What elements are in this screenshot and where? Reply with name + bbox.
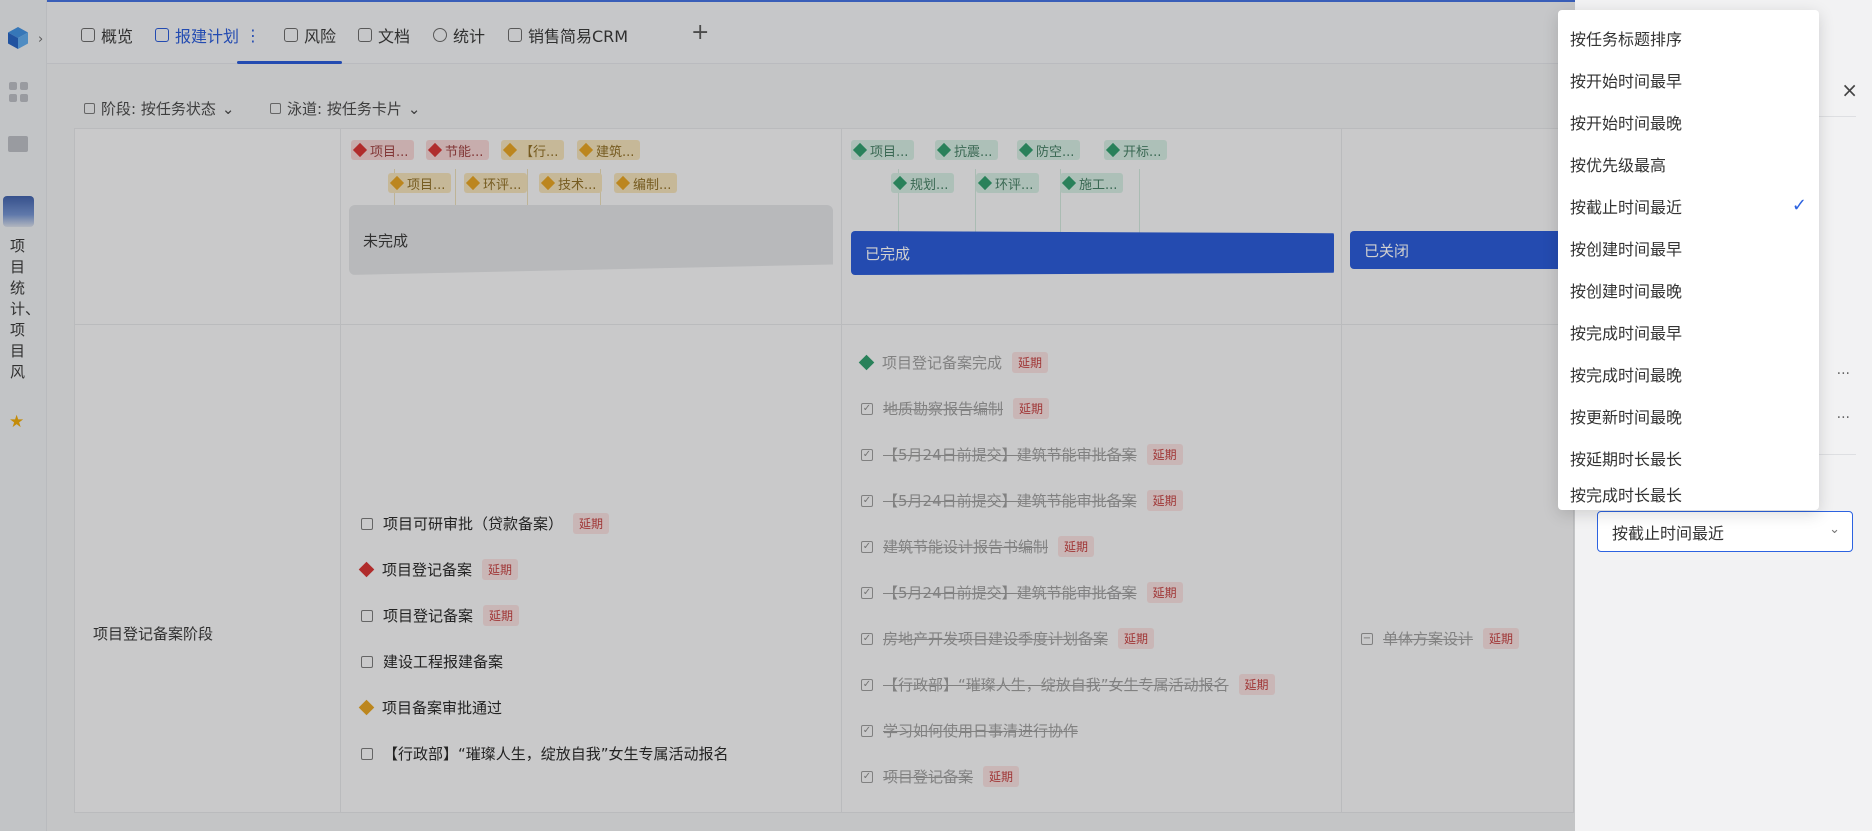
sort-select-value: 按截止时间最近 (1612, 523, 1725, 543)
sort-option[interactable]: 按完成时间最早 (1558, 311, 1819, 353)
sort-option-label: 按创建时间最晚 (1570, 282, 1683, 301)
sort-option-label: 按任务标题排序 (1570, 30, 1683, 49)
sort-option-label: 按延期时长最长 (1570, 450, 1683, 469)
sort-option[interactable]: 按延期时长最长 (1558, 437, 1819, 479)
sort-dropdown-menu: 按任务标题排序 按开始时间最早 按开始时间最晚 按优先级最高 按截止时间最近 ✓… (1558, 10, 1819, 510)
more-icon[interactable]: ... (1837, 406, 1850, 422)
sort-option-selected[interactable]: 按截止时间最近 ✓ (1558, 185, 1819, 227)
more-icon[interactable]: ... (1837, 362, 1850, 378)
sort-option[interactable]: 按完成时长最长 (1558, 479, 1819, 509)
sort-option[interactable]: 按开始时间最晚 (1558, 101, 1819, 143)
sort-option-label: 按优先级最高 (1570, 156, 1667, 175)
chevron-down-icon: ⌄ (1829, 522, 1840, 537)
sort-option[interactable]: 按任务标题排序 (1558, 17, 1819, 59)
sort-option[interactable]: 按优先级最高 (1558, 143, 1819, 185)
sort-option-label: 按完成时间最早 (1570, 324, 1683, 343)
sort-option-label: 按开始时间最早 (1570, 72, 1683, 91)
sort-option[interactable]: 按完成时间最晚 (1558, 353, 1819, 395)
sort-option-label: 按截止时间最近 (1570, 198, 1683, 217)
sort-option-label: 按创建时间最早 (1570, 240, 1683, 259)
sort-option-label: 按开始时间最晚 (1570, 114, 1683, 133)
sort-option[interactable]: 按创建时间最早 (1558, 227, 1819, 269)
sort-option[interactable]: 按更新时间最晚 (1558, 395, 1819, 437)
checkmark-icon: ✓ (1791, 195, 1807, 216)
sort-option-label: 按完成时间最晚 (1570, 366, 1683, 385)
sort-select[interactable]: 按截止时间最近 ⌄ (1597, 511, 1853, 552)
sort-option[interactable]: 按创建时间最晚 (1558, 269, 1819, 311)
sort-option-label: 按更新时间最晚 (1570, 408, 1683, 427)
close-icon[interactable]: × (1841, 78, 1858, 102)
sort-option[interactable]: 按开始时间最早 (1558, 59, 1819, 101)
sort-option-label: 按完成时长最长 (1570, 486, 1683, 505)
